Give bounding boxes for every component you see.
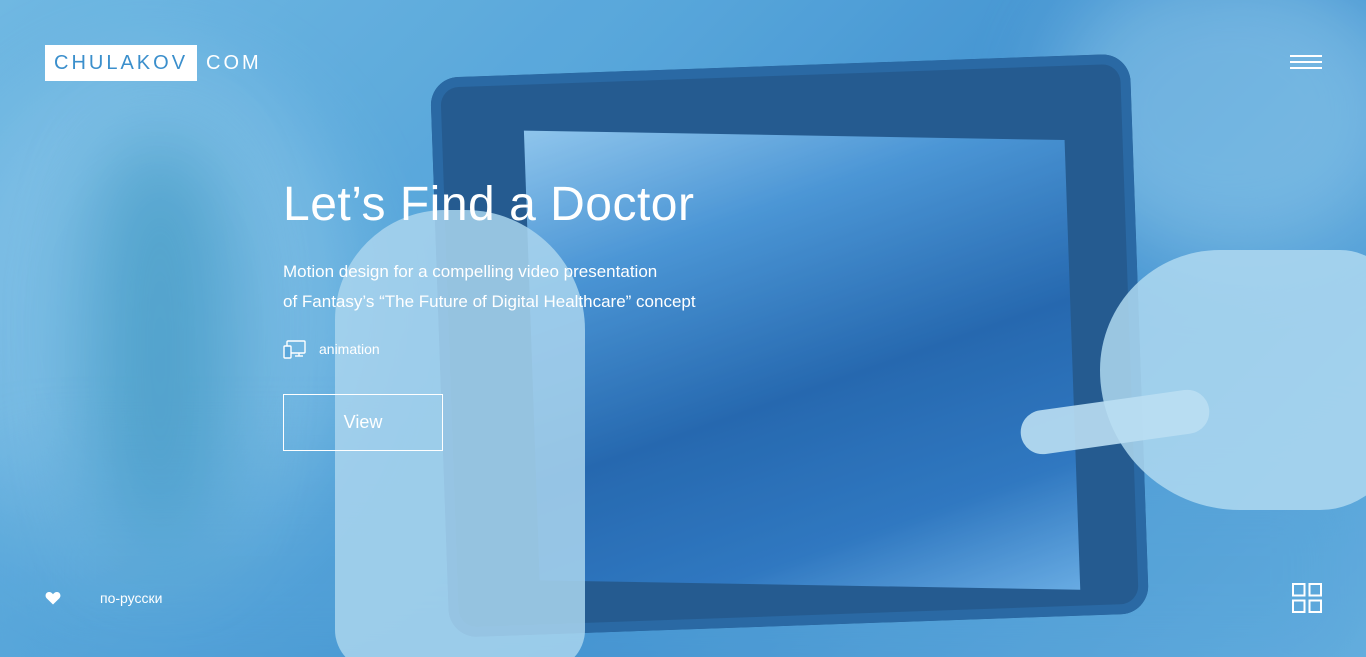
logo-suffix: COM — [206, 52, 262, 74]
description-line: Motion design for a compelling video pre… — [283, 262, 658, 281]
project-title: Let’s Find a Doctor — [283, 178, 695, 231]
view-button[interactable]: View — [283, 394, 443, 451]
menu-line — [1290, 55, 1322, 57]
description-line: of Fantasy’s “The Future of Digital Heal… — [283, 292, 696, 311]
category-label: animation — [319, 341, 380, 357]
project-hero: Let’s Find a Doctor Motion design for a … — [283, 175, 843, 451]
site-logo[interactable]: CHULAKOV COM — [45, 45, 262, 81]
project-description: Motion design for a compelling video pre… — [283, 257, 843, 317]
heart-icon[interactable] — [45, 591, 61, 605]
menu-line — [1290, 61, 1322, 63]
menu-line — [1290, 67, 1322, 69]
grid-icon[interactable] — [1292, 583, 1322, 613]
devices-icon — [283, 340, 306, 359]
project-category[interactable]: animation — [283, 337, 843, 361]
hamburger-menu-button[interactable] — [1290, 55, 1322, 71]
language-switch-link[interactable]: по-русски — [100, 590, 162, 606]
hero-stage: CHULAKOV COM Let’s Find a Doctor Motion … — [0, 0, 1366, 657]
logo-main: CHULAKOV — [45, 45, 198, 81]
